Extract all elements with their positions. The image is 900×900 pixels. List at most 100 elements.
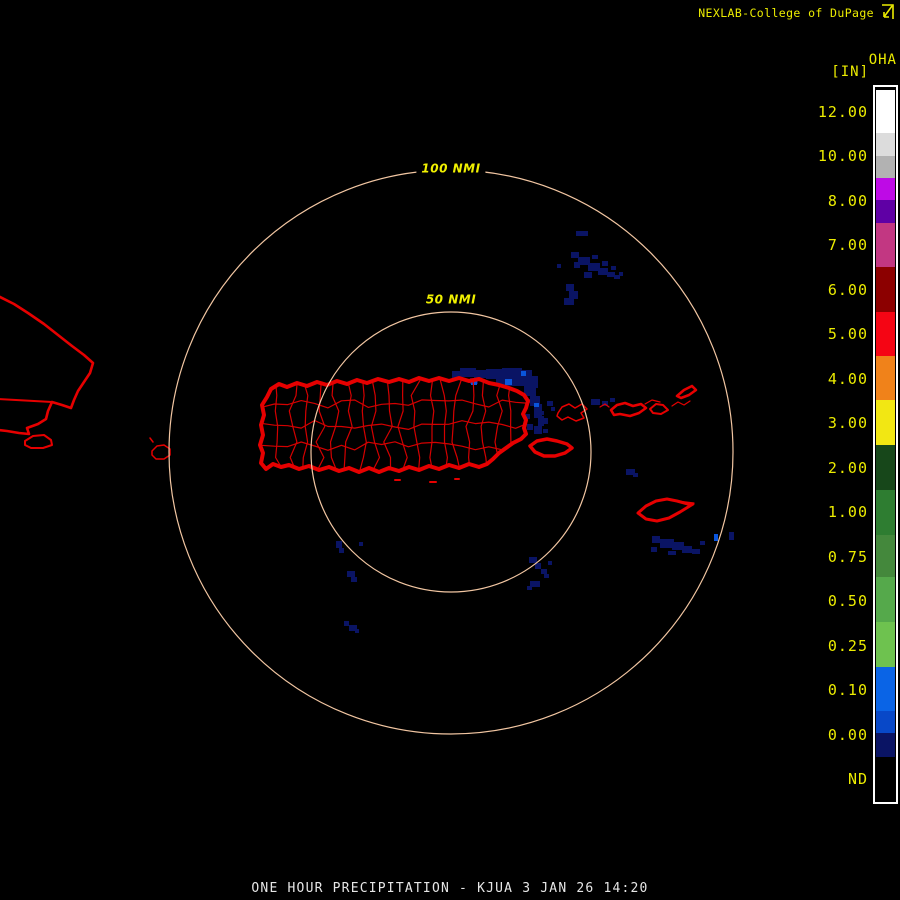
precip-cell	[474, 370, 488, 378]
legend-color-segment	[876, 223, 895, 267]
legend-color-segment	[876, 535, 895, 577]
legend-color-segment	[876, 178, 895, 200]
range-ring-100nmi	[168, 169, 734, 735]
precip-cell	[460, 368, 476, 377]
legend-scale-label: 0.25	[827, 637, 868, 655]
puerto-rico-county-lines	[260, 379, 528, 472]
legend-color-segment	[876, 733, 895, 757]
precip-cell	[591, 399, 600, 405]
legend-color-segment	[876, 312, 895, 356]
radar-screen: 100 NMI 50 NMI NEXLAB-College of DuPage …	[0, 0, 900, 900]
precip-cell	[607, 272, 615, 277]
outer-ring-label: 100 NMI	[416, 160, 486, 180]
precip-cell	[651, 547, 657, 552]
mona-island-outline	[151, 444, 171, 460]
culebra-island-outline	[556, 403, 588, 422]
legend-color-segment	[876, 267, 895, 312]
legend-color-segment	[876, 133, 895, 156]
precip-cell	[547, 401, 553, 406]
precip-cell	[574, 262, 580, 268]
inner-ring-label: 50 NMI	[420, 291, 482, 311]
legend-color-segment	[876, 90, 895, 133]
legend-color-segment	[876, 445, 895, 490]
precip-cell	[347, 571, 355, 577]
radar-map	[0, 169, 734, 735]
precip-cell	[486, 369, 504, 379]
south-coast-islets	[394, 478, 460, 483]
legend-colorbar-segments	[876, 90, 895, 800]
legend-scale-label: 6.00	[827, 281, 868, 299]
cod-logo-icon	[882, 4, 894, 19]
precip-cell	[652, 536, 660, 543]
legend-scale-label: 3.00	[827, 414, 868, 432]
precip-cell	[527, 424, 533, 430]
precip-cell	[714, 534, 718, 541]
legend-units: [IN]	[831, 64, 869, 80]
legend-scale-label: 1.00	[827, 503, 868, 521]
tortola-outline	[675, 384, 698, 400]
precip-cell	[700, 541, 705, 545]
precip-cell	[527, 586, 532, 590]
precip-cell	[564, 298, 574, 305]
precip-cell	[359, 542, 363, 546]
legend-color-segment	[876, 490, 895, 535]
legend-scale-label: 10.00	[817, 147, 868, 165]
precip-cell	[544, 574, 549, 578]
legend-scale-label: 12.00	[817, 103, 868, 121]
vieques-island-outline	[528, 437, 574, 458]
legend-scale-label: 7.00	[827, 236, 868, 254]
precip-cell	[619, 272, 623, 276]
precip-cell	[569, 291, 578, 299]
legend-color-segment	[876, 622, 895, 667]
hispaniola-bay-line	[0, 398, 53, 403]
precip-cell	[355, 629, 359, 633]
legend-scale-label: ND	[847, 770, 868, 788]
precip-cell	[534, 403, 539, 407]
precip-cell	[668, 551, 676, 555]
st-john-outline	[649, 403, 669, 415]
precip-cell	[344, 621, 349, 626]
legend-color-segment	[876, 400, 895, 445]
precip-cell	[521, 371, 526, 376]
legend-scale-label: 0.75	[827, 548, 868, 566]
saona-island-outline	[24, 434, 53, 449]
precip-cell	[729, 532, 734, 540]
legend-scale-label: 0.50	[827, 592, 868, 610]
precip-cell	[336, 541, 342, 548]
hispaniola-coastline	[0, 295, 95, 436]
precip-cell	[339, 548, 344, 553]
product-title-text: ONE HOUR PRECIPITATION - KJUA 3 JAN 26 1…	[251, 881, 649, 896]
range-ring-50nmi	[310, 311, 592, 593]
precip-cell	[551, 407, 555, 411]
precipitation-echoes	[336, 231, 734, 633]
mona-islet-dash	[149, 437, 154, 443]
precip-cell	[543, 418, 548, 424]
puerto-rico-outline	[258, 376, 530, 474]
precip-cell	[633, 473, 638, 477]
precip-cell	[598, 268, 608, 275]
legend-scale-label: 4.00	[827, 370, 868, 388]
precip-cell	[682, 546, 692, 553]
precip-cell	[592, 255, 598, 259]
legend-color-segment	[876, 577, 895, 622]
precip-cell	[534, 426, 542, 434]
legend-product-code: OHA	[868, 52, 897, 68]
precip-cell	[505, 379, 512, 385]
legend-color-segment	[876, 200, 895, 223]
legend-color-segment	[876, 667, 895, 711]
legend-colorbar	[873, 85, 898, 804]
precip-cell	[351, 577, 357, 582]
precip-cell	[541, 569, 547, 574]
precip-cell	[566, 284, 574, 291]
precip-cell	[548, 561, 552, 565]
precip-cell	[660, 539, 674, 548]
legend-scale-label: 0.10	[827, 681, 868, 699]
precip-cell	[611, 266, 616, 270]
legend-scale-label: 2.00	[827, 459, 868, 477]
precip-cell	[584, 272, 592, 278]
precip-cell	[692, 549, 700, 554]
legend-color-segment	[876, 156, 895, 178]
precip-cell	[543, 429, 548, 433]
precip-cell	[571, 252, 579, 258]
precip-cell	[602, 261, 608, 266]
